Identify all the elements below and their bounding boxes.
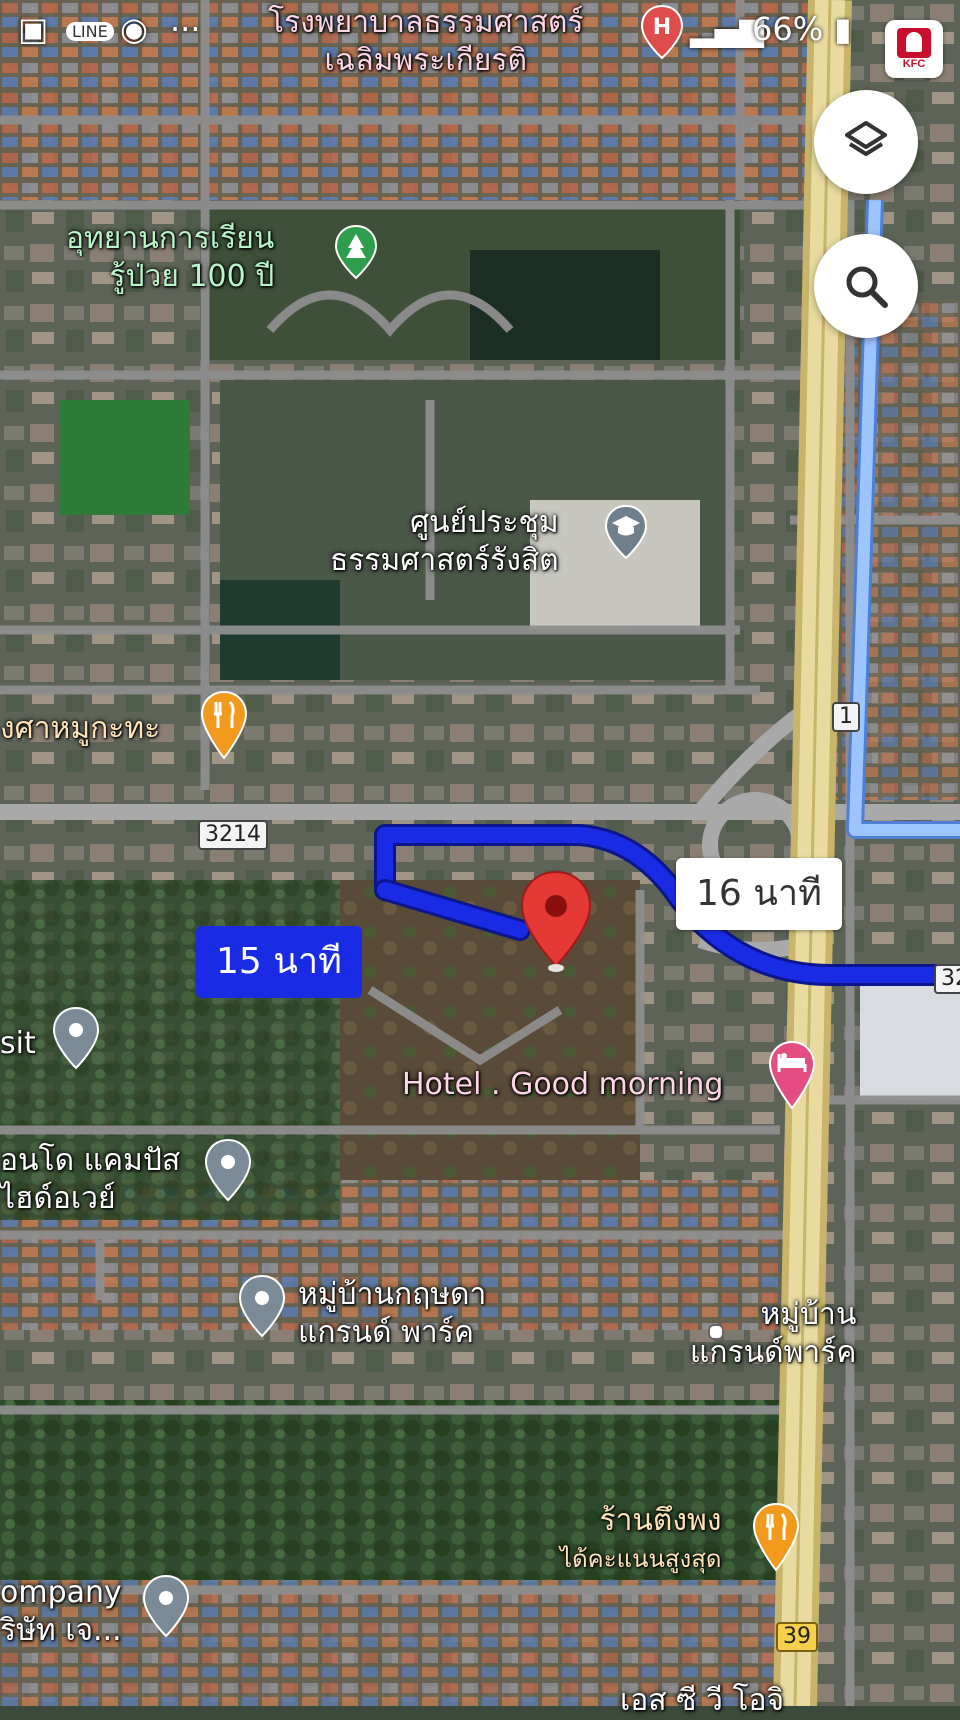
bottom-place-label-partial[interactable]: เอส ซี วี โอจิ: [620, 1682, 784, 1720]
hotel-pin-icon[interactable]: [768, 1040, 816, 1112]
visit-label-partial[interactable]: sit: [0, 1025, 36, 1063]
battery-text: 66%: [752, 10, 824, 48]
svg-text:H: H: [653, 15, 671, 40]
convention-name-line1: ศูนย์ประชุม: [410, 505, 559, 540]
road-shield-1: 1: [832, 702, 860, 732]
village2-dot-icon: [708, 1324, 724, 1340]
village1-label[interactable]: หมู่บ้านกฤษดา แกรนด์ พาร์ค: [298, 1276, 486, 1352]
road-shield-39: 39: [776, 1622, 818, 1652]
route-duration-alternate[interactable]: 16 นาที: [676, 858, 842, 930]
park-pin-icon[interactable]: [334, 224, 378, 280]
restaurant-left-name: งศาหมูกะทะ: [0, 711, 161, 746]
road-shield-32-partial: 32: [934, 964, 960, 994]
convention-name-line2: ธรรมศาสตร์รังสิต: [330, 543, 559, 578]
layers-button[interactable]: [814, 90, 918, 194]
visit-name: sit: [0, 1026, 36, 1061]
condo-label[interactable]: อนโด แคมปัส ไฮด์อเวย์: [0, 1142, 180, 1218]
company-name-line2: ริษัท เจ...: [0, 1613, 122, 1648]
restaurant-left-label[interactable]: งศาหมูกะทะ: [0, 710, 160, 748]
village1-pin-icon[interactable]: [238, 1274, 286, 1340]
search-button[interactable]: [814, 234, 918, 338]
hospital-label[interactable]: โรงพยาบาลธรรมศาสตร์ เฉลิมพระเกียรติ: [268, 4, 583, 80]
hospital-name-line1: โรงพยาบาลธรรมศาสตร์: [268, 5, 584, 40]
company-pin-icon[interactable]: [142, 1574, 190, 1640]
hotel-name: Hotel . Good morning: [402, 1067, 724, 1102]
condo-name-line1: อนโด แคมปัส: [0, 1143, 181, 1178]
restaurant-right-rating: ได้คะแนนสูงสุด: [560, 1545, 722, 1573]
road-shield-3214: 3214: [198, 820, 268, 850]
restaurant-right-name: ร้านตึงพง: [599, 1503, 722, 1538]
condo-pin-icon[interactable]: [204, 1138, 252, 1204]
kfc-logo-icon: [897, 28, 931, 58]
layers-icon: [845, 121, 887, 156]
generic-pin-icon[interactable]: [52, 1006, 100, 1072]
company-name-line1: ompany: [0, 1575, 122, 1610]
hotel-label[interactable]: Hotel . Good morning: [402, 1066, 723, 1104]
kfc-badge-label: KFC: [902, 58, 926, 70]
park-name-line1: อุทยานการเรียน: [66, 221, 275, 256]
park-name-line2: รู้ป่วย 100 ปี: [109, 259, 275, 294]
convention-center-label[interactable]: ศูนย์ประชุม ธรรมศาสตร์รังสิต: [330, 504, 559, 580]
restaurant-right-pin-icon[interactable]: [752, 1502, 800, 1574]
kfc-map-badge[interactable]: KFC: [885, 20, 943, 78]
messenger-icon: ◉: [120, 10, 148, 48]
hospital-pin-icon[interactable]: H: [640, 4, 684, 60]
park-label[interactable]: อุทยานการเรียน รู้ป่วย 100 ปี: [66, 220, 274, 296]
condo-name-line2: ไฮด์อเวย์: [0, 1181, 116, 1216]
more-dots-icon: ···: [170, 10, 201, 48]
restaurant-right-label[interactable]: ร้านตึงพง ได้คะแนนสูงสุด: [560, 1502, 721, 1578]
village1-name-line1: หมู่บ้านกฤษดา: [298, 1277, 487, 1312]
line-icon: LINE: [66, 22, 114, 41]
route-duration-primary[interactable]: 15 นาที: [196, 926, 362, 998]
hospital-name-line2: เฉลิมพระเกียรติ: [324, 43, 527, 78]
search-icon: [846, 266, 888, 308]
battery-icon: ▮: [834, 10, 852, 48]
destination-pin-icon[interactable]: [518, 870, 594, 974]
village1-name-line2: แกรนด์ พาร์ค: [298, 1315, 474, 1350]
bottom-place-name: เอส ซี วี โอจิ: [620, 1683, 785, 1718]
restaurant-pin-icon[interactable]: [200, 690, 248, 762]
company-label[interactable]: ompany ริษัท เจ...: [0, 1574, 122, 1650]
gallery-icon: ▣: [18, 10, 49, 48]
school-pin-icon[interactable]: [604, 504, 648, 560]
